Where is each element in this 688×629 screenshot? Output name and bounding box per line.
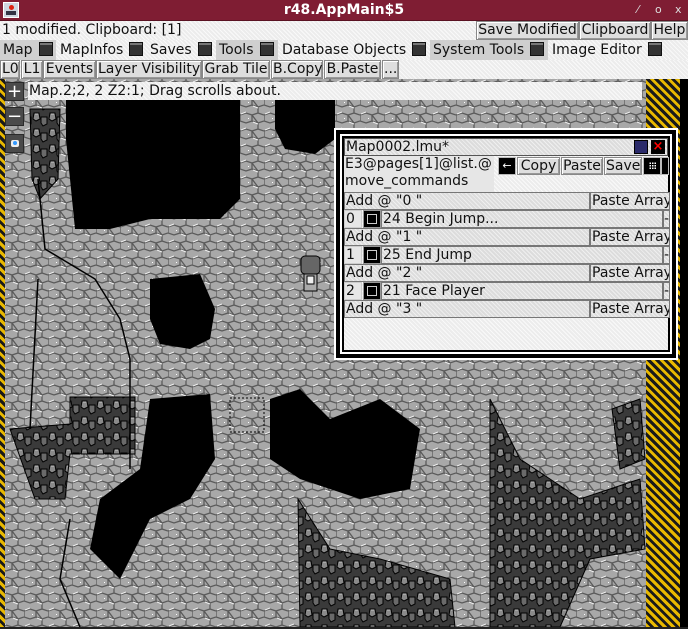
void-area: [275, 99, 335, 154]
layer-visibility-button[interactable]: Layer Visibility: [96, 60, 202, 79]
command-label[interactable]: 25 End Jump: [381, 246, 663, 264]
tab-label: Map: [3, 42, 33, 58]
paste-array-button[interactable]: Paste Array: [590, 264, 670, 282]
map-hint-text: Map.2;2, 2 Z2:1; Drag scrolls about.: [28, 82, 642, 100]
void-area: [66, 99, 240, 229]
window-titlebar: r48.AppMain$5 ⁄ o x: [0, 0, 688, 21]
b-paste-button[interactable]: B.Paste: [324, 60, 381, 79]
remove-command-button[interactable]: -: [663, 282, 670, 300]
command-row: 1 25 End Jump -: [344, 246, 670, 264]
tab-close-icon[interactable]: [530, 42, 545, 56]
grid-icon: [648, 162, 656, 169]
tab-close-icon[interactable]: [38, 42, 53, 56]
folder-icon[interactable]: [634, 140, 648, 154]
tab-label: System Tools: [433, 42, 525, 58]
remove-command-button[interactable]: -: [663, 246, 670, 264]
zoom-in-button[interactable]: +: [5, 82, 24, 101]
tab-mapinfos[interactable]: MapInfos: [57, 40, 146, 60]
command-color-swatch[interactable]: [363, 246, 381, 264]
scroll-edge: [680, 79, 688, 627]
camera-icon: [11, 140, 19, 147]
map-border-left: [0, 79, 5, 627]
zoom-out-button[interactable]: −: [5, 107, 24, 126]
add-at-1-button[interactable]: Add @ "1 ": [344, 228, 590, 246]
paste-button[interactable]: Paste: [561, 157, 603, 175]
command-index: 0: [344, 210, 362, 228]
save-modified-button[interactable]: Save Modified: [476, 21, 579, 40]
add-at-3-button[interactable]: Add @ "3 ": [344, 300, 590, 318]
add-at-0-button[interactable]: Add @ "0 ": [344, 192, 590, 210]
tab-close-icon[interactable]: [647, 42, 662, 56]
grab-tile-button[interactable]: Grab Tile: [202, 60, 270, 79]
schema-editor-window: Map0002.lmu* × E3@pages[1]@list.@ move_c…: [334, 128, 678, 360]
tab-image-editor[interactable]: Image Editor: [549, 40, 664, 60]
tab-bar: Map MapInfos Saves Tools Database Object…: [0, 40, 688, 60]
tab-tools[interactable]: Tools: [216, 40, 278, 60]
add-at-2-button[interactable]: Add @ "2 ": [344, 264, 590, 282]
paste-array-button[interactable]: Paste Array: [590, 192, 670, 210]
command-row: 2 21 Face Player -: [344, 282, 670, 300]
tab-saves[interactable]: Saves: [147, 40, 215, 60]
tab-label: Saves: [150, 42, 192, 58]
schema-title: Map0002.lmu*: [344, 138, 668, 156]
command-color-swatch[interactable]: [363, 282, 381, 300]
command-label[interactable]: 21 Face Player: [381, 282, 663, 300]
plus-icon: +: [6, 81, 23, 102]
paste-array-button[interactable]: Paste Array: [590, 300, 670, 318]
tab-label: Tools: [219, 42, 254, 58]
more-button[interactable]: ...: [382, 60, 399, 79]
popout-button[interactable]: [661, 157, 669, 175]
command-index: 1: [344, 246, 362, 264]
schema-path-line2: move_commands: [345, 173, 469, 189]
tab-close-icon[interactable]: [197, 42, 212, 56]
remove-command-button[interactable]: -: [663, 210, 670, 228]
clipboard-button[interactable]: Clipboard: [579, 21, 651, 40]
command-color-swatch[interactable]: [363, 210, 381, 228]
tab-database-objects[interactable]: Database Objects: [279, 40, 429, 60]
schema-path-line1: E3@pages[1]@list.@: [345, 156, 492, 172]
tab-map[interactable]: Map: [0, 40, 56, 60]
status-text: 1 modified. Clipboard: [1]: [0, 21, 476, 40]
events-button[interactable]: Events: [43, 60, 96, 79]
tab-label: MapInfos: [60, 42, 124, 58]
command-label[interactable]: 24 Begin Jump...: [381, 210, 663, 228]
paste-array-button[interactable]: Paste Array: [590, 228, 670, 246]
command-row: 0 24 Begin Jump... -: [344, 210, 670, 228]
schema-path: E3@pages[1]@list.@ move_commands: [344, 156, 494, 192]
add-row: Add @ "1 " Paste Array: [344, 228, 670, 246]
tab-close-icon[interactable]: [412, 42, 427, 56]
minimize-icon[interactable]: ⁄: [637, 2, 639, 18]
layer-1-button[interactable]: L1: [21, 60, 43, 79]
maximize-icon[interactable]: o: [655, 2, 662, 18]
tab-label: Database Objects: [282, 42, 407, 58]
schema-titlebar: Map0002.lmu* ×: [344, 138, 668, 156]
screenshot-button[interactable]: [5, 134, 24, 153]
save-button[interactable]: Save: [604, 157, 642, 175]
command-index: 2: [344, 282, 362, 300]
add-row: Add @ "2 " Paste Array: [344, 264, 670, 282]
back-button[interactable]: ←: [498, 157, 516, 175]
b-copy-button[interactable]: B.Copy: [271, 60, 323, 79]
tab-system-tools[interactable]: System Tools: [430, 40, 548, 60]
close-panel-icon[interactable]: ×: [651, 140, 665, 154]
add-row: Add @ "0 " Paste Array: [344, 192, 670, 210]
arrow-left-icon: ←: [502, 159, 512, 172]
tab-label: Image Editor: [552, 42, 642, 58]
tab-close-icon[interactable]: [259, 42, 274, 56]
layer-0-button[interactable]: L0: [0, 60, 20, 79]
add-row: Add @ "3 " Paste Array: [344, 300, 670, 318]
status-row: 1 modified. Clipboard: [1] Save Modified…: [0, 21, 688, 40]
player-character-sprite[interactable]: [300, 255, 321, 292]
minus-icon: −: [6, 106, 23, 127]
copy-button[interactable]: Copy: [517, 157, 560, 175]
window-title: r48.AppMain$5: [283, 2, 405, 18]
help-button[interactable]: Help: [651, 21, 688, 40]
tab-close-icon[interactable]: [129, 42, 144, 56]
grid-view-button[interactable]: [643, 157, 661, 175]
schema-editor-body: Map0002.lmu* × E3@pages[1]@list.@ move_c…: [344, 138, 670, 350]
close-icon[interactable]: x: [675, 2, 682, 18]
schema-editor-frame: Map0002.lmu* × E3@pages[1]@list.@ move_c…: [340, 134, 672, 354]
map-toolbar: L0 L1 Events Layer Visibility Grab Tile …: [0, 60, 688, 79]
